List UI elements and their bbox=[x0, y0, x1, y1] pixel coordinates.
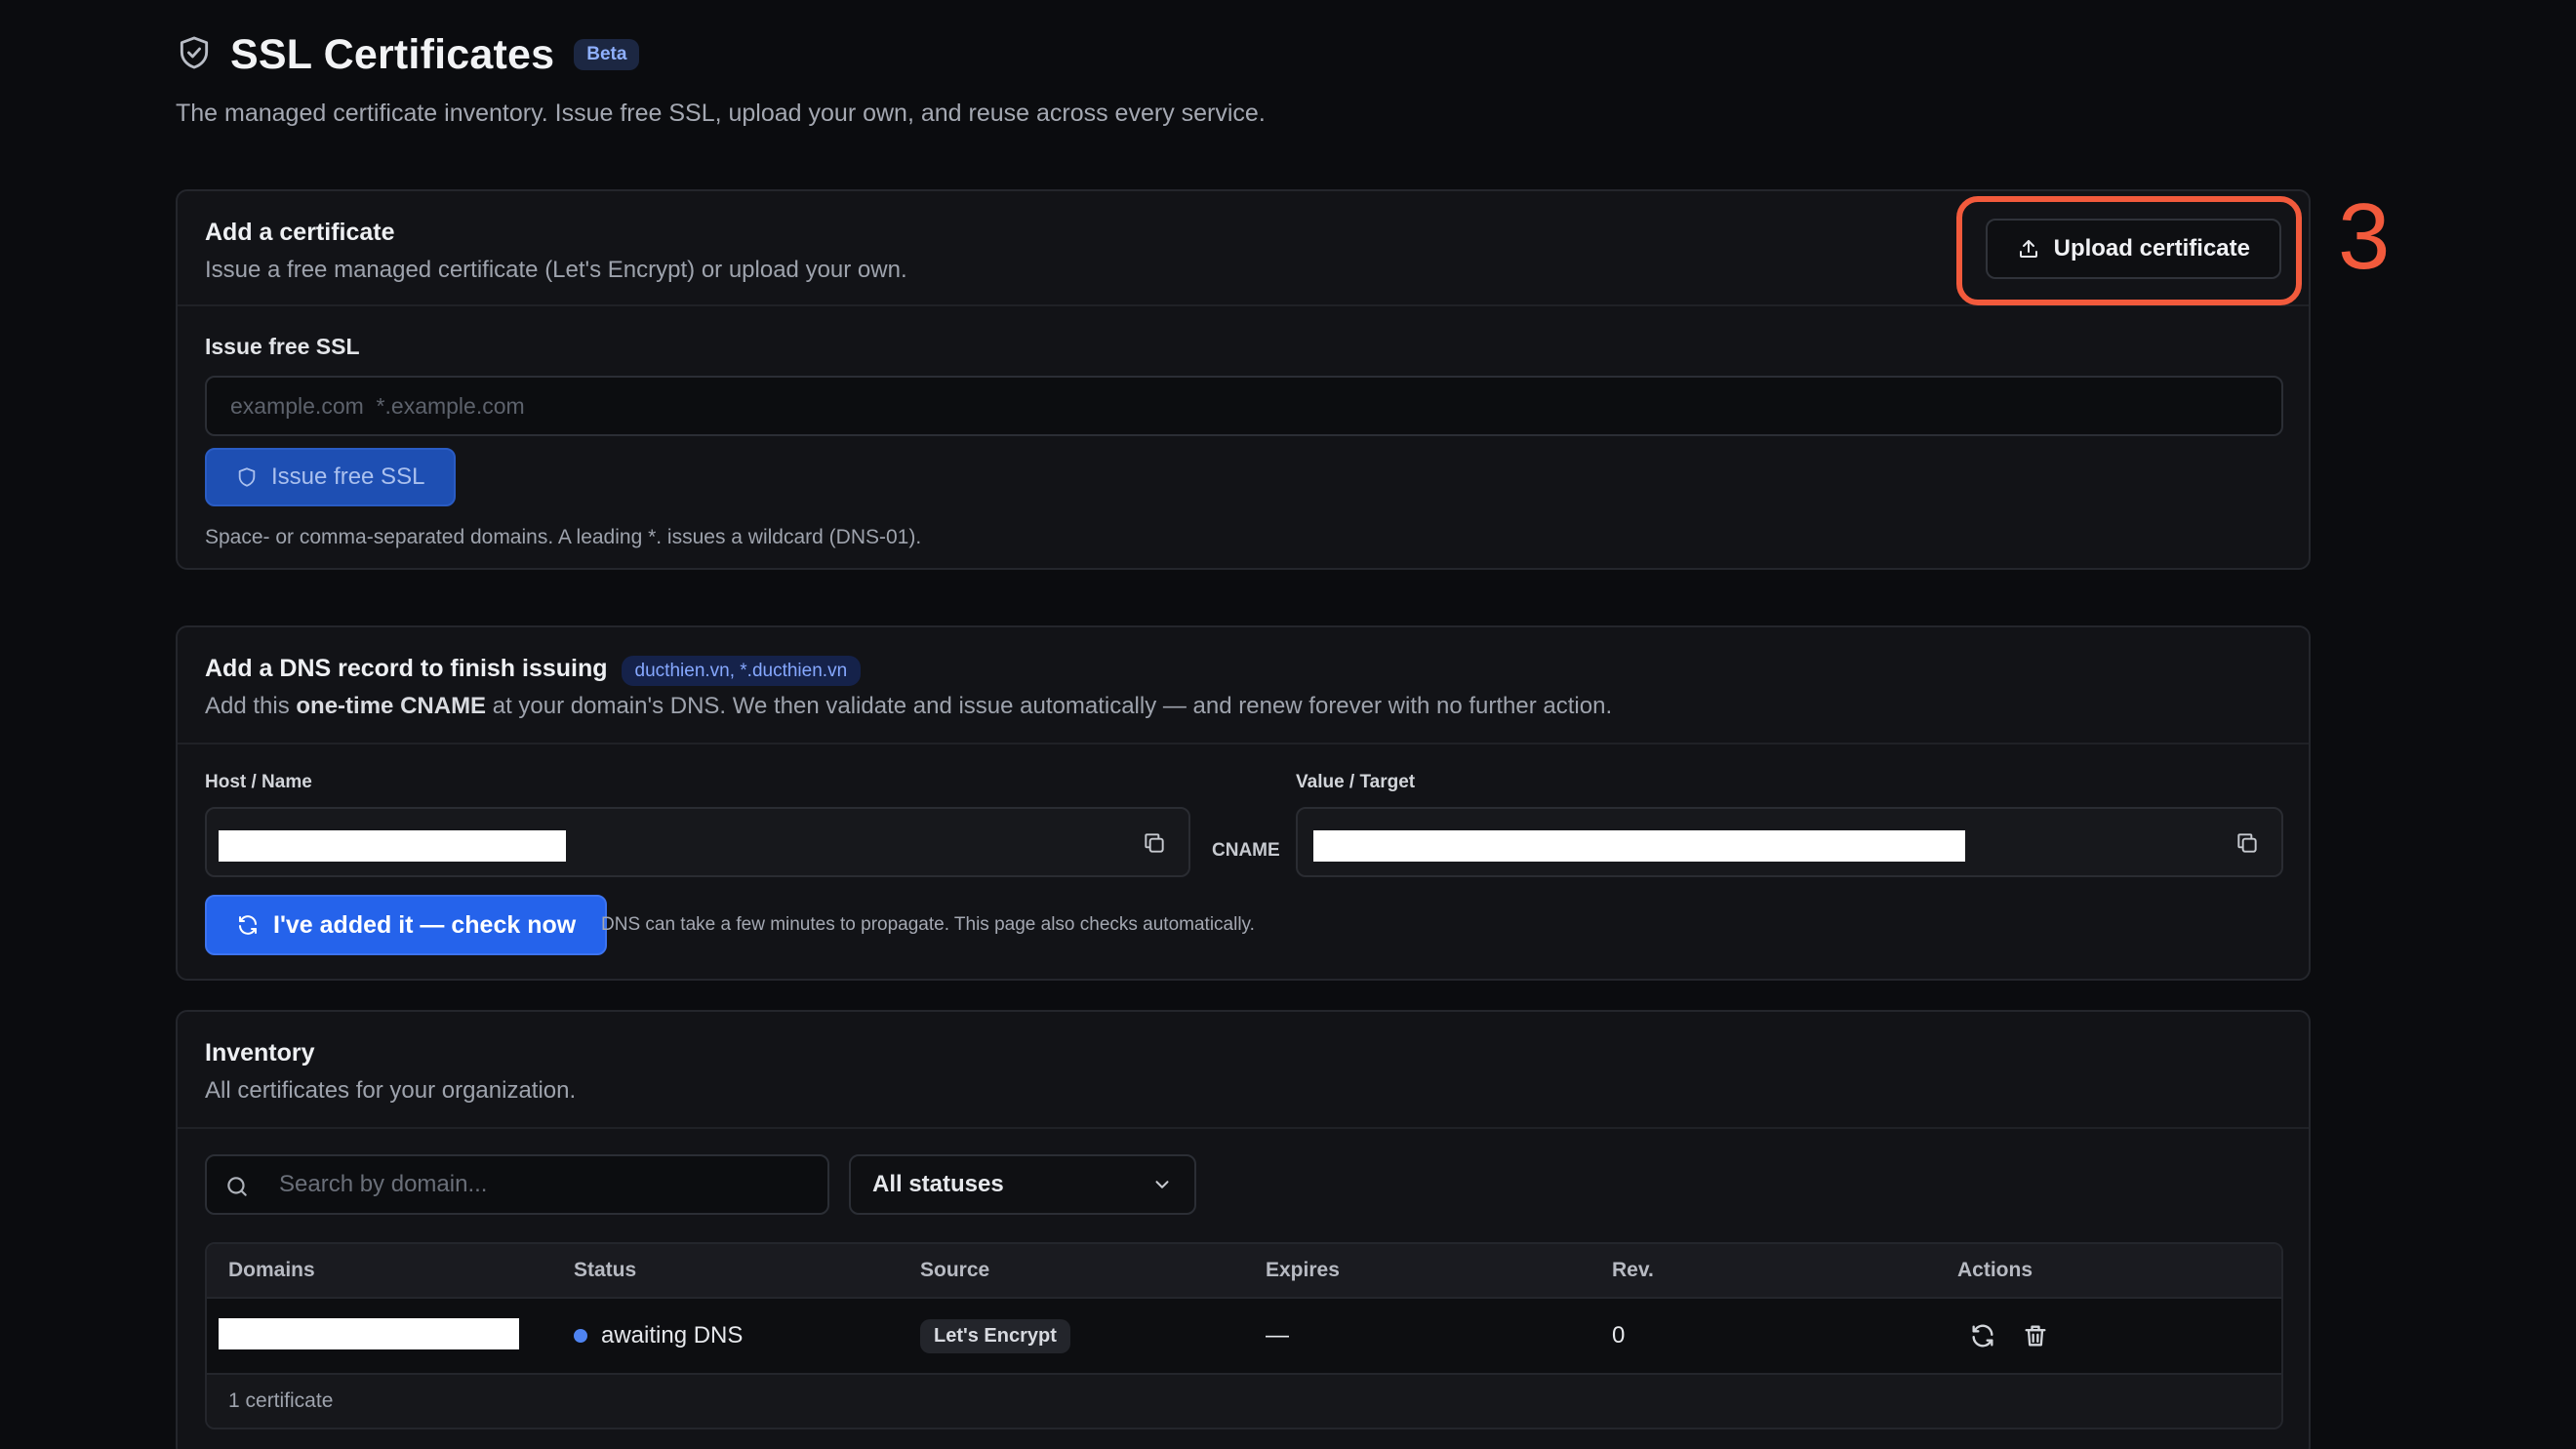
expires-value: — bbox=[1266, 1322, 1289, 1348]
status-dot-icon bbox=[574, 1329, 587, 1343]
column-expires[interactable]: Expires bbox=[1266, 1259, 1340, 1282]
dns-record-subtitle: Add this one-time CNAME at your domain's… bbox=[205, 693, 2281, 720]
issue-free-ssl-button[interactable]: Issue free SSL bbox=[205, 448, 457, 506]
annotation-highlight-ring bbox=[1956, 196, 2302, 305]
dns-record-title-text: Add a DNS record to finish issuing bbox=[205, 655, 608, 682]
domains-badge: ducthien.vn, *.ducthien.vn bbox=[621, 656, 862, 686]
dns-record-header: Add a DNS record to finish issuing ducthi… bbox=[178, 627, 2309, 745]
table-row: awaiting DNS Let's Encrypt — 0 bbox=[207, 1299, 2281, 1375]
issue-ssl-label: Issue free SSL bbox=[205, 334, 360, 359]
inventory-title: Inventory bbox=[205, 1039, 315, 1067]
column-domains[interactable]: Domains bbox=[228, 1259, 315, 1282]
column-status[interactable]: Status bbox=[574, 1259, 636, 1282]
host-field: Host / Name bbox=[205, 772, 1190, 877]
table-header: Domains Status Source Expires Rev. Actio… bbox=[207, 1244, 2281, 1299]
delete-button[interactable] bbox=[2022, 1322, 2049, 1354]
inventory-header: Inventory All certificates for your orga… bbox=[178, 1012, 2309, 1129]
refresh-icon bbox=[239, 915, 257, 935]
value-target-box bbox=[1296, 807, 2283, 877]
issue-ssl-section: Issue free SSL Issue free SSL Space- or … bbox=[178, 306, 2309, 549]
refresh-icon[interactable] bbox=[1969, 1322, 1996, 1349]
column-source[interactable]: Source bbox=[920, 1259, 989, 1282]
shield-icon bbox=[176, 34, 213, 76]
status-filter-select[interactable]: All statuses bbox=[849, 1154, 1196, 1215]
chevron-down-icon bbox=[1155, 1181, 1169, 1188]
value-field: Value / Target bbox=[1296, 772, 2283, 877]
copy-icon[interactable] bbox=[1142, 830, 1167, 856]
status-filter-value: All statuses bbox=[872, 1171, 1004, 1197]
check-now-label: I've added it — check now bbox=[273, 910, 577, 939]
domains-input[interactable] bbox=[205, 376, 2283, 436]
ssl-certificates-page: SSL Certificates Beta The managed certif… bbox=[176, 27, 2311, 1449]
page-subtitle: The managed certificate inventory. Issue… bbox=[176, 100, 1266, 127]
check-now-button[interactable]: I've added it — check now bbox=[205, 895, 608, 955]
copy-icon[interactable] bbox=[2234, 830, 2260, 856]
redacted-host-value bbox=[219, 830, 566, 862]
host-label: Host / Name bbox=[205, 772, 312, 792]
status-value: awaiting DNS bbox=[601, 1322, 744, 1348]
status-cell: awaiting DNS bbox=[574, 1322, 743, 1349]
subtitle-bold: one-time CNAME bbox=[296, 693, 487, 719]
column-actions: Actions bbox=[1957, 1259, 2033, 1281]
table-footer: 1 certificate bbox=[207, 1375, 2281, 1428]
domains-hint: Space- or comma-separated domains. A lea… bbox=[205, 526, 922, 548]
trash-icon[interactable] bbox=[2022, 1322, 2049, 1349]
inventory-card: Inventory All certificates for your orga… bbox=[176, 1010, 2311, 1449]
search-field[interactable] bbox=[205, 1154, 829, 1215]
renew-button[interactable] bbox=[1969, 1322, 1996, 1354]
shield-icon bbox=[238, 467, 256, 487]
redacted-target-value bbox=[1313, 830, 1965, 862]
record-type: CNAME bbox=[1212, 840, 1280, 861]
propagation-hint: DNS can take a few minutes to propagate.… bbox=[601, 914, 1255, 935]
search-input[interactable] bbox=[279, 1156, 806, 1213]
dns-record-title: Add a DNS record to finish issuing ducthi… bbox=[205, 655, 2281, 686]
dns-record-card: Add a DNS record to finish issuing ducthi… bbox=[176, 625, 2311, 981]
certificates-table: Domains Status Source Expires Rev. Actio… bbox=[205, 1242, 2283, 1429]
source-badge: Let's Encrypt bbox=[920, 1318, 1070, 1353]
subtitle-post: at your domain's DNS. We then validate a… bbox=[486, 693, 1613, 719]
value-label: Value / Target bbox=[1296, 772, 1416, 792]
beta-badge: Beta bbox=[574, 39, 640, 70]
page-header: SSL Certificates Beta bbox=[176, 27, 2311, 82]
redacted-domain bbox=[219, 1318, 519, 1349]
search-icon bbox=[227, 1177, 247, 1196]
page-title: SSL Certificates bbox=[230, 30, 555, 78]
issue-free-ssl-label: Issue free SSL bbox=[271, 463, 425, 490]
rev-value: 0 bbox=[1612, 1322, 1626, 1348]
inventory-subtitle: All certificates for your organization. bbox=[205, 1077, 577, 1104]
host-value-box bbox=[205, 807, 1190, 877]
column-rev[interactable]: Rev. bbox=[1612, 1259, 1654, 1282]
subtitle-pre: Add this bbox=[205, 693, 297, 719]
annotation-step-number: 3 bbox=[2338, 184, 2391, 289]
